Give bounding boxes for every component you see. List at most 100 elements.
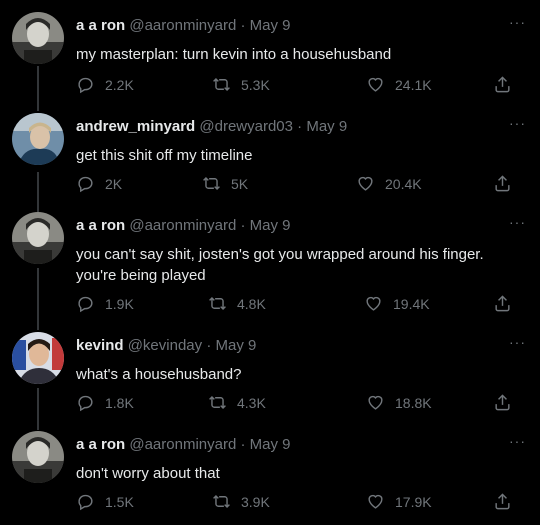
more-icon[interactable]: ···	[509, 115, 526, 131]
retweet-button[interactable]: 5.3K	[212, 75, 270, 94]
avatar[interactable]	[12, 332, 64, 384]
like-button[interactable]: 18.8K	[366, 393, 432, 412]
like-count: 18.8K	[395, 394, 432, 411]
share-button[interactable]	[493, 75, 522, 94]
tweet-header: a a ron @aaronminyard · May 9	[76, 436, 291, 453]
thread-line	[37, 172, 39, 212]
tweet-text: you can't say shit, josten's got you wra…	[76, 246, 484, 284]
more-icon[interactable]: ···	[509, 433, 526, 449]
retweet-button[interactable]: 4.8K	[208, 294, 266, 313]
like-button[interactable]: 17.9K	[366, 492, 432, 511]
like-button[interactable]: 24.1K	[366, 75, 432, 94]
share-button[interactable]	[493, 393, 522, 412]
tweet-date[interactable]: May 9	[306, 118, 347, 135]
share-icon	[495, 76, 510, 93]
avatar[interactable]	[12, 212, 64, 264]
retweet-count: 4.3K	[237, 394, 266, 411]
separator: ·	[240, 436, 246, 453]
like-icon	[366, 296, 381, 311]
separator: ·	[297, 118, 303, 135]
reply-count: 1.9K	[105, 295, 134, 312]
share-button[interactable]	[493, 492, 522, 511]
reply-button[interactable]: 2.2K	[76, 75, 134, 94]
display-name[interactable]: a a ron	[76, 436, 125, 453]
display-name[interactable]: a a ron	[76, 217, 125, 234]
thread-line	[37, 66, 39, 111]
share-icon	[495, 295, 510, 312]
display-name[interactable]: kevind	[76, 337, 124, 354]
reply-icon	[78, 176, 93, 193]
tweet-header: kevind @kevinday · May 9	[76, 337, 256, 354]
user-handle[interactable]: @kevinday	[128, 337, 202, 354]
tweet-actions: 2K 5K 20.4K	[76, 174, 526, 196]
retweet-icon	[209, 296, 226, 311]
retweet-icon	[209, 395, 226, 410]
tweet-header: andrew_minyard @drewyard03 · May 9	[76, 118, 347, 135]
tweet-thread: a a ron @aaronminyard · May 9 ··· my mas…	[0, 0, 540, 525]
avatar[interactable]	[12, 12, 64, 64]
share-icon	[495, 175, 510, 192]
reply-icon	[78, 494, 93, 511]
more-icon[interactable]: ···	[509, 214, 526, 230]
retweet-count: 4.8K	[237, 295, 266, 312]
more-icon[interactable]: ···	[509, 14, 526, 30]
display-name[interactable]: a a ron	[76, 17, 125, 34]
like-count: 24.1K	[395, 76, 432, 93]
share-button[interactable]	[493, 294, 522, 313]
retweet-icon	[213, 494, 230, 509]
reply-count: 2K	[105, 175, 123, 192]
like-icon	[358, 176, 373, 191]
avatar[interactable]	[12, 113, 64, 165]
reply-count: 1.8K	[105, 394, 134, 411]
tweet-date[interactable]: May 9	[250, 17, 291, 34]
reply-button[interactable]: 1.9K	[76, 294, 134, 313]
more-icon[interactable]: ···	[509, 334, 526, 350]
tweet-date[interactable]: May 9	[215, 337, 256, 354]
thread-line	[37, 268, 39, 330]
reply-icon	[78, 395, 93, 412]
retweet-button[interactable]: 3.9K	[212, 492, 270, 511]
reply-button[interactable]: 1.5K	[76, 492, 134, 511]
share-button[interactable]	[493, 174, 522, 193]
retweet-count: 3.9K	[241, 493, 270, 510]
display-name[interactable]: andrew_minyard	[76, 118, 195, 135]
tweet-text: don't worry about that	[76, 465, 220, 482]
retweet-button[interactable]: 5K	[202, 174, 248, 193]
like-count: 17.9K	[395, 493, 432, 510]
reply-count: 1.5K	[105, 493, 134, 510]
tweet-header: a a ron @aaronminyard · May 9	[76, 17, 291, 34]
share-icon	[495, 394, 510, 411]
retweet-icon	[213, 77, 230, 92]
reply-button[interactable]: 2K	[76, 174, 122, 193]
retweet-count: 5K	[231, 175, 249, 192]
like-icon	[368, 77, 383, 92]
tweet-date[interactable]: May 9	[250, 436, 291, 453]
tweet-actions: 1.9K 4.8K 19.4K	[76, 294, 526, 316]
reply-count: 2.2K	[105, 76, 134, 93]
reply-icon	[78, 77, 93, 94]
tweet-text: get this shit off my timeline	[76, 147, 253, 164]
retweet-button[interactable]: 4.3K	[208, 393, 266, 412]
tweet-header: a a ron @aaronminyard · May 9	[76, 217, 291, 234]
user-handle[interactable]: @aaronminyard	[129, 217, 236, 234]
tweet-text: what's a househusband?	[76, 366, 242, 383]
user-handle[interactable]: @aaronminyard	[129, 436, 236, 453]
tweet-actions: 2.2K 5.3K 24.1K	[76, 75, 526, 97]
tweet-date[interactable]: May 9	[250, 217, 291, 234]
separator: ·	[240, 17, 246, 34]
like-button[interactable]: 19.4K	[364, 294, 430, 313]
tweet-actions: 1.5K 3.9K 17.9K	[76, 492, 526, 514]
reply-icon	[78, 296, 93, 313]
like-button[interactable]: 20.4K	[356, 174, 422, 193]
tweet-text: my masterplan: turn kevin into a househu…	[76, 46, 392, 63]
retweet-icon	[203, 176, 220, 191]
separator: ·	[206, 337, 212, 354]
like-icon	[368, 494, 383, 509]
user-handle[interactable]: @drewyard03	[199, 118, 293, 135]
avatar[interactable]	[12, 431, 64, 483]
separator: ·	[240, 217, 246, 234]
user-handle[interactable]: @aaronminyard	[129, 17, 236, 34]
reply-button[interactable]: 1.8K	[76, 393, 134, 412]
retweet-count: 5.3K	[241, 76, 270, 93]
share-icon	[495, 493, 510, 510]
